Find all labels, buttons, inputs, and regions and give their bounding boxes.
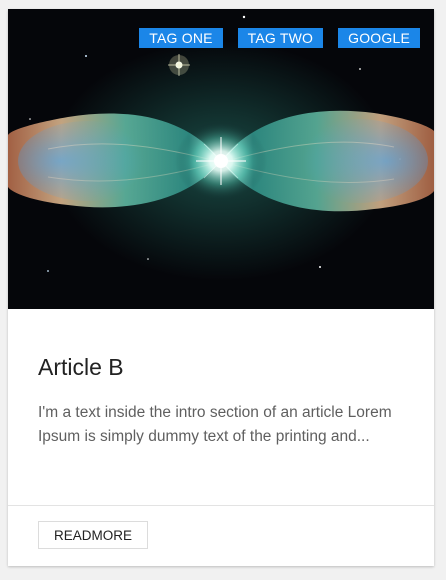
tag-two[interactable]: TAG TWO — [237, 28, 324, 48]
nebula-image — [8, 9, 434, 309]
readmore-button[interactable]: READMORE — [38, 521, 149, 549]
article-content: Article B I'm a text inside the intro se… — [38, 309, 404, 449]
article-image[interactable]: TAG ONE TAG TWO GOOGLE — [8, 9, 434, 309]
tag-google[interactable]: GOOGLE — [338, 28, 420, 48]
article-footer: READMORE — [8, 505, 434, 566]
article-title: Article B — [38, 354, 124, 380]
article-card: TAG ONE TAG TWO GOOGLE Article B I'm a t… — [8, 9, 434, 566]
article-intro: I'm a text inside the intro section of a… — [38, 404, 392, 445]
tag-one[interactable]: TAG ONE — [139, 28, 223, 48]
tag-list: TAG ONE TAG TWO GOOGLE — [139, 28, 420, 48]
